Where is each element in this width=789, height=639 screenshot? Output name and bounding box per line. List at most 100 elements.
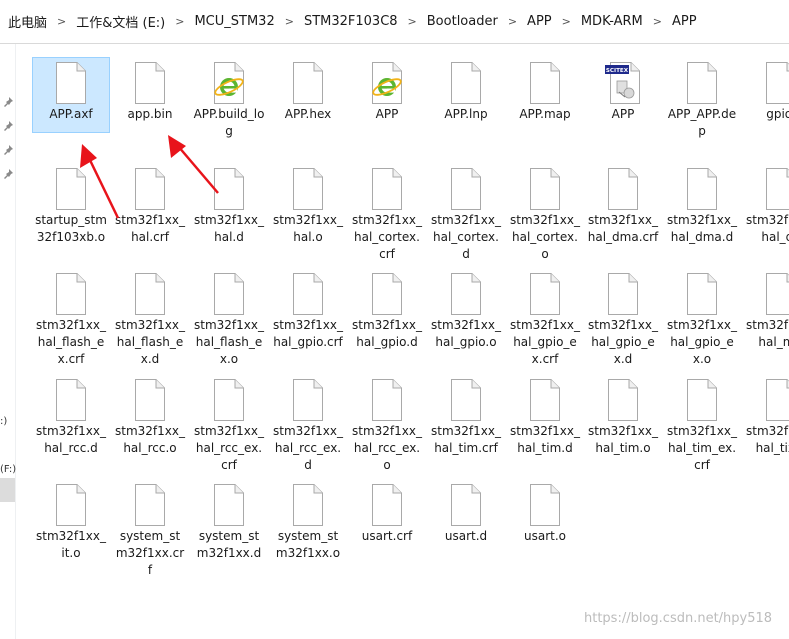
file-item[interactable]: stm32f1xx_hal_tix.d [742,374,789,457]
file-item[interactable]: stm32f1xx_hal_rcc.o [111,374,189,457]
breadcrumb-separator-icon[interactable]: > [562,15,571,28]
breadcrumb-item[interactable]: MDK-ARM [579,14,645,29]
file-item[interactable]: APP.hex [269,57,347,123]
file-item[interactable]: stm32f1xx_hal_cortex.crf [348,163,426,263]
file-item[interactable]: stm32f1xx_hal_rcc_ex.d [269,374,347,474]
file-item[interactable]: system_stm32f1xx.o [269,479,347,562]
blank-file-icon [663,167,741,211]
file-name: stm32f1xx_hal_gpio.crf [273,318,343,349]
file-item[interactable]: stm32f1xx_hal_tim.o [584,374,662,457]
blank-file-icon [506,272,584,316]
file-item[interactable]: APP.build_log [190,57,268,140]
file-item[interactable]: stm32f1xx_hal_dma.crf [584,163,662,246]
file-item[interactable]: stm32f1xx_hal_gpio.d [348,268,426,351]
file-item[interactable]: APP.map [506,57,584,123]
file-item[interactable]: stm32f1xx_hal_do [742,163,789,246]
file-item[interactable]: stm32f1xx_it.o [32,479,110,562]
file-item[interactable]: stm32f1xx_hal_mrf [742,268,789,351]
file-name: APP [375,107,399,121]
file-item[interactable]: SCITEX APP [584,57,662,123]
blank-file-icon [427,272,505,316]
file-item[interactable]: stm32f1xx_hal_tim_ex.crf [663,374,741,474]
address-bar[interactable]: 此电脑 > 工作&文档 (E:) > MCU_STM32 > STM32F103C8 > Boo… [0,0,789,44]
file-item[interactable]: stm32f1xx_hal_gpio_ex.crf [506,268,584,368]
breadcrumb-separator-icon[interactable]: > [508,15,517,28]
breadcrumb-item[interactable]: 此电脑 [6,12,49,31]
breadcrumb-item[interactable]: MCU_STM32 [192,14,276,29]
file-item[interactable]: system_stm32f1xx.d [190,479,268,562]
file-item[interactable]: stm32f1xx_hal_flash_ex.crf [32,268,110,368]
file-name: app.bin [127,107,173,121]
file-item[interactable]: APP [348,57,426,123]
file-name: gpio. [766,107,789,121]
blank-file-icon [742,61,789,105]
file-name: stm32f1xx_hal_tim.o [588,424,658,455]
file-item[interactable]: APP.axf [32,57,110,133]
breadcrumb-separator-icon[interactable]: > [175,15,184,28]
file-item[interactable]: stm32f1xx_hal_flash_ex.o [190,268,268,368]
breadcrumb-separator-icon[interactable]: > [57,15,66,28]
file-name: usart.o [523,529,566,543]
file-item[interactable]: system_stm32f1xx.crf [111,479,189,579]
breadcrumb-separator-icon[interactable]: > [653,15,662,28]
breadcrumb-separator-icon[interactable]: > [285,15,294,28]
file-name: stm32f1xx_hal_flash_ex.d [115,318,185,366]
breadcrumb-item[interactable]: APP [670,14,699,29]
file-item[interactable]: APP.lnp [427,57,505,123]
file-name: stm32f1xx_hal_tim_ex.crf [667,424,737,472]
blank-file-icon [663,272,741,316]
file-item[interactable]: stm32f1xx_hal_dma.d [663,163,741,246]
file-name: usart.crf [361,529,413,543]
file-item[interactable]: stm32f1xx_hal.crf [111,163,189,246]
file-item[interactable]: stm32f1xx_hal_gpio.crf [269,268,347,351]
file-item[interactable]: startup_stm32f103xb.o [32,163,110,246]
file-item[interactable]: stm32f1xx_hal_gpio_ex.d [584,268,662,368]
file-item[interactable]: stm32f1xx_hal_cortex.d [427,163,505,263]
breadcrumb-item[interactable]: Bootloader [425,14,500,29]
blank-file-icon [269,272,347,316]
file-item[interactable]: stm32f1xx_hal_flash_ex.d [111,268,189,368]
file-item[interactable]: stm32f1xx_hal_cortex.o [506,163,584,263]
file-item[interactable]: gpio. [742,57,789,123]
blank-file-icon [111,167,189,211]
file-item[interactable]: stm32f1xx_hal_tim.crf [427,374,505,457]
breadcrumb-item[interactable]: 工作&文档 (E:) [74,12,167,31]
blank-file-icon [427,483,505,527]
breadcrumb-item[interactable]: APP [525,14,554,29]
file-item[interactable]: APP_APP.dep [663,57,741,140]
file-name: stm32f1xx_it.o [36,529,106,560]
file-item[interactable]: usart.crf [348,479,426,545]
blank-file-icon [269,167,347,211]
file-item[interactable]: stm32f1xx_hal_tim.d [506,374,584,457]
file-item[interactable]: stm32f1xx_hal_rcc_ex.crf [190,374,268,474]
blank-file-icon [663,378,741,422]
file-item[interactable]: stm32f1xx_hal.d [190,163,268,246]
file-name: stm32f1xx_hal_rcc_ex.d [273,424,343,472]
file-item[interactable]: stm32f1xx_hal_rcc_ex.o [348,374,426,474]
blank-file-icon [269,483,347,527]
blank-file-icon [742,167,789,211]
file-item[interactable]: app.bin [111,57,189,123]
blank-file-icon [506,167,584,211]
file-name: stm32f1xx_hal_rcc.d [36,424,106,455]
watermark: https://blog.csdn.net/hpy518 [584,611,773,626]
blank-file-icon [427,61,505,105]
blank-file-icon [190,167,268,211]
file-item[interactable]: stm32f1xx_hal_rcc.d [32,374,110,457]
file-name: stm32f1xx_hal_dma.d [667,213,737,244]
file-item[interactable]: usart.o [506,479,584,545]
file-item[interactable]: stm32f1xx_hal_gpio_ex.o [663,268,741,368]
breadcrumb-item[interactable]: STM32F103C8 [302,14,400,29]
blank-file-icon [506,378,584,422]
file-name: stm32f1xx_hal.crf [115,213,185,244]
file-item[interactable]: usart.d [427,479,505,545]
file-item[interactable]: stm32f1xx_hal_gpio.o [427,268,505,351]
blank-file-icon [742,378,789,422]
file-item[interactable]: stm32f1xx_hal.o [269,163,347,246]
breadcrumb-separator-icon[interactable]: > [408,15,417,28]
file-name: stm32f1xx_hal_tix.d [746,424,789,455]
blank-file-icon [506,483,584,527]
file-name: stm32f1xx_hal_rcc_ex.crf [194,424,264,472]
blank-file-icon [269,61,347,105]
blank-file-icon [32,167,110,211]
